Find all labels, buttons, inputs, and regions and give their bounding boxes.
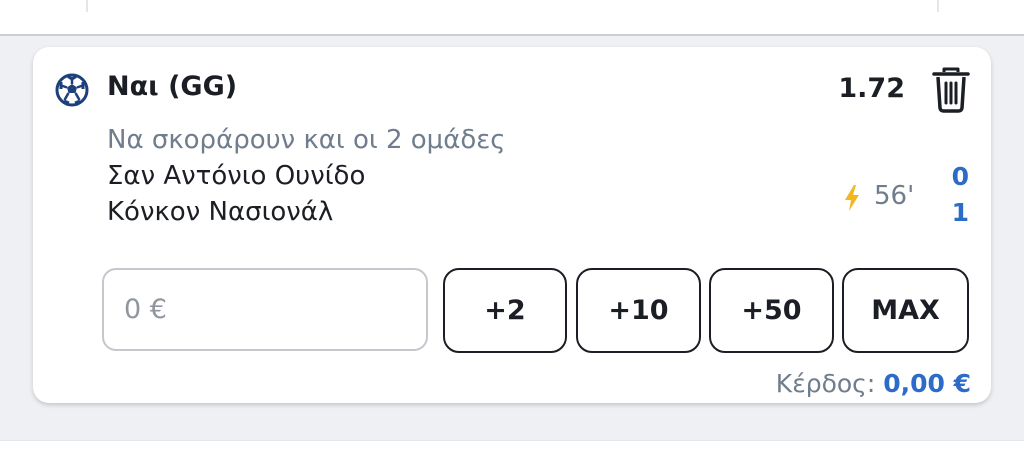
quick-stake-50-button[interactable]: +50: [709, 268, 834, 353]
bet-card: Ναι (GG) 1.72 Να σκοράρουν και οι 2 ομάδ…: [33, 47, 991, 403]
selection-name: Ναι (GG): [107, 71, 238, 102]
winnings-label: Κέρδος:: [775, 369, 876, 398]
winnings-amount: 0,00 €: [883, 369, 971, 398]
divider: [937, 0, 939, 12]
lightning-icon: [845, 185, 859, 211]
away-team: Κόνκον Νασιονάλ: [107, 197, 334, 227]
away-score: 1: [951, 198, 969, 227]
quick-stake-2-button[interactable]: +2: [443, 268, 567, 353]
stake-input[interactable]: 0 €: [102, 268, 428, 351]
trash-icon[interactable]: [931, 67, 971, 113]
soccer-ball-icon: [55, 73, 89, 107]
potential-winnings: Κέρδος: 0,00 €: [776, 369, 971, 398]
odds-value: 1.72: [838, 73, 905, 104]
betslip-page: Ναι (GG) 1.72 Να σκοράρουν και οι 2 ομάδ…: [0, 0, 1024, 459]
previous-section: [0, 0, 1024, 36]
live-minute: 56': [874, 181, 915, 211]
next-section: [0, 440, 1024, 459]
market-name: Να σκοράρουν και οι 2 ομάδες: [107, 125, 506, 155]
quick-stake-10-button[interactable]: +10: [576, 268, 701, 353]
home-team: Σαν Αντόνιο Ουνίδο: [107, 161, 366, 191]
divider: [86, 0, 88, 12]
home-score: 0: [951, 162, 969, 191]
stake-placeholder: 0 €: [124, 294, 167, 325]
max-stake-button[interactable]: MAX: [842, 268, 969, 353]
